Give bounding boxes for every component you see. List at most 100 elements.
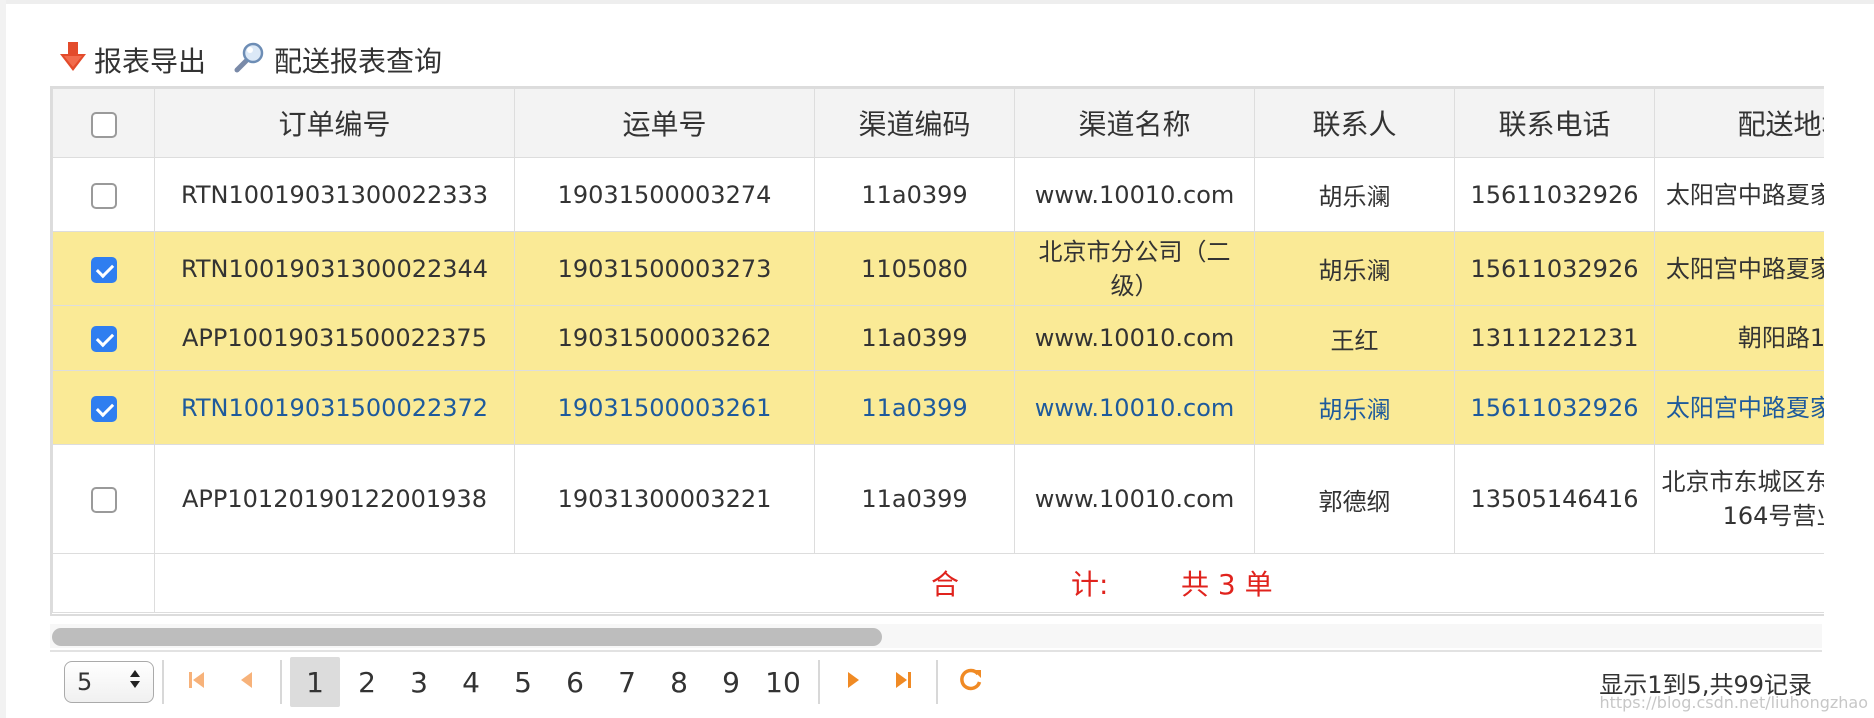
page-size-select[interactable]: 5 <box>64 661 154 703</box>
last-page-button[interactable] <box>878 657 928 707</box>
table-row[interactable]: RTN10019031500022372 19031500003261 11a0… <box>52 370 1824 445</box>
next-page-icon <box>842 669 864 695</box>
column-header-order-number[interactable]: 订单编号 <box>154 88 515 158</box>
pager-separator <box>280 660 282 704</box>
page-number-5[interactable]: 5 <box>498 657 548 707</box>
channel-code-cell: 11a0399 <box>814 305 1015 371</box>
channel-name-cell: 北京市分公司（二级） <box>1014 231 1255 306</box>
waybill-cell: 19031500003274 <box>514 157 815 232</box>
page-size-value: 5 <box>77 668 93 696</box>
phone-cell: 15611032926 <box>1454 370 1655 445</box>
contact-cell: 王红 <box>1254 305 1455 371</box>
row-select-cell[interactable] <box>52 157 155 232</box>
row-select-cell[interactable] <box>52 231 155 306</box>
top-border <box>0 0 1874 4</box>
channel-name-cell: www.10010.com <box>1014 305 1255 371</box>
order-number-cell: RTN10019031300022344 <box>154 231 515 306</box>
channel-name-cell: www.10010.com <box>1014 370 1255 445</box>
delivery-report-query-button[interactable]: 配送报表查询 <box>234 40 442 80</box>
total-select-cell <box>52 553 155 613</box>
address-cell: 太阳宫中路夏家园甲3号 <box>1654 231 1824 306</box>
page-number-9[interactable]: 9 <box>706 657 756 707</box>
horizontal-scrollbar[interactable] <box>50 624 1822 648</box>
table-header-row: 订单编号 运单号 渠道编码 渠道名称 联系人 联系电话 配送地址 <box>52 88 1824 158</box>
contact-cell: 胡乐澜 <box>1254 157 1455 232</box>
pager-separator <box>936 660 938 704</box>
select-arrows-icon <box>129 668 141 696</box>
table-row[interactable]: RTN10019031300022344 19031500003273 1105… <box>52 231 1824 306</box>
scrollbar-thumb[interactable] <box>52 628 882 646</box>
first-page-button[interactable] <box>172 657 222 707</box>
column-header-phone[interactable]: 联系电话 <box>1454 88 1655 158</box>
waybill-cell: 19031500003273 <box>514 231 815 306</box>
address-cell: 朝阳路1号 <box>1654 305 1824 371</box>
next-page-button[interactable] <box>828 657 878 707</box>
order-number-cell: APP10120190122001938 <box>154 444 515 554</box>
channel-name-cell: www.10010.com <box>1014 444 1255 554</box>
last-page-icon <box>892 669 914 695</box>
waybill-cell: 19031500003261 <box>514 370 815 445</box>
address-cell: 太阳宫中路夏家园甲3号 <box>1654 157 1824 232</box>
total-label-ji: 计: <box>1071 568 1109 601</box>
page-number-10[interactable]: 10 <box>758 657 808 707</box>
row-checkbox[interactable] <box>90 256 117 283</box>
previous-page-button[interactable] <box>222 657 272 707</box>
column-header-address[interactable]: 配送地址 <box>1654 88 1824 158</box>
select-all-checkbox[interactable] <box>90 111 117 138</box>
channel-name-cell: www.10010.com <box>1014 157 1255 232</box>
column-header-channel-name[interactable]: 渠道名称 <box>1014 88 1255 158</box>
total-count: 共 3 单 <box>1181 568 1273 601</box>
left-edge <box>0 0 6 718</box>
phone-cell: 13505146416 <box>1454 444 1655 554</box>
order-number-cell: RTN10019031500022372 <box>154 370 515 445</box>
export-report-label: 报表导出 <box>94 45 207 78</box>
total-label-he: 合 <box>931 568 960 601</box>
address-cell: 北京市东城区东四南大街164号营业厅 <box>1654 444 1824 554</box>
page-number-4[interactable]: 4 <box>446 657 496 707</box>
row-checkbox[interactable] <box>90 487 117 513</box>
column-header-waybill[interactable]: 运单号 <box>514 88 815 158</box>
order-number-cell: RTN10019031300022333 <box>154 157 515 232</box>
watermark: https://blog.csdn.net/liuhongzhao <box>1599 693 1868 712</box>
page-number-7[interactable]: 7 <box>602 657 652 707</box>
row-select-cell[interactable] <box>52 444 155 554</box>
refresh-button[interactable] <box>946 657 996 707</box>
channel-code-cell: 11a0399 <box>814 157 1015 232</box>
export-report-button[interactable]: 报表导出 <box>60 40 206 80</box>
table-row[interactable]: APP10120190122001938 19031300003221 11a0… <box>52 444 1824 554</box>
channel-code-cell: 11a0399 <box>814 444 1015 554</box>
waybill-cell: 19031300003221 <box>514 444 815 554</box>
table-row[interactable]: APP10019031500022375 19031500003262 11a0… <box>52 305 1824 371</box>
page-number-2[interactable]: 2 <box>342 657 392 707</box>
header-select-all[interactable] <box>52 88 155 158</box>
download-arrow-icon <box>60 41 94 79</box>
order-number-cell: APP10019031500022375 <box>154 305 515 371</box>
waybill-cell: 19031500003262 <box>514 305 815 371</box>
total-cell: 合 计: 共 3 单 <box>154 553 1824 613</box>
row-checkbox[interactable] <box>90 326 117 352</box>
row-checkbox[interactable] <box>90 395 117 422</box>
refresh-icon <box>958 667 984 697</box>
delivery-report-query-label: 配送报表查询 <box>274 45 443 78</box>
pager-separator <box>818 660 820 704</box>
phone-cell: 13111221231 <box>1454 305 1655 371</box>
channel-code-cell: 11a0399 <box>814 370 1015 445</box>
address-cell: 太阳宫中路夏家园甲3号 <box>1654 370 1824 445</box>
channel-code-cell: 1105080 <box>814 231 1015 306</box>
column-header-contact[interactable]: 联系人 <box>1254 88 1455 158</box>
row-select-cell[interactable] <box>52 305 155 371</box>
previous-page-icon <box>236 669 258 695</box>
first-page-icon <box>186 669 208 695</box>
page-number-8[interactable]: 8 <box>654 657 704 707</box>
page-number-6[interactable]: 6 <box>550 657 600 707</box>
row-select-cell[interactable] <box>52 370 155 445</box>
page-number-1[interactable]: 1 <box>290 657 340 707</box>
row-checkbox[interactable] <box>90 182 117 209</box>
page-number-3[interactable]: 3 <box>394 657 444 707</box>
column-header-channel-code[interactable]: 渠道编码 <box>814 88 1015 158</box>
table-row[interactable]: RTN10019031300022333 19031500003274 11a0… <box>52 157 1824 232</box>
contact-cell: 胡乐澜 <box>1254 231 1455 306</box>
total-row: 合 计: 共 3 单 <box>52 553 1824 613</box>
delivery-report-table: 订单编号 运单号 渠道编码 渠道名称 联系人 联系电话 配送地址 RTN1001… <box>50 86 1824 616</box>
pager-separator <box>162 660 164 704</box>
